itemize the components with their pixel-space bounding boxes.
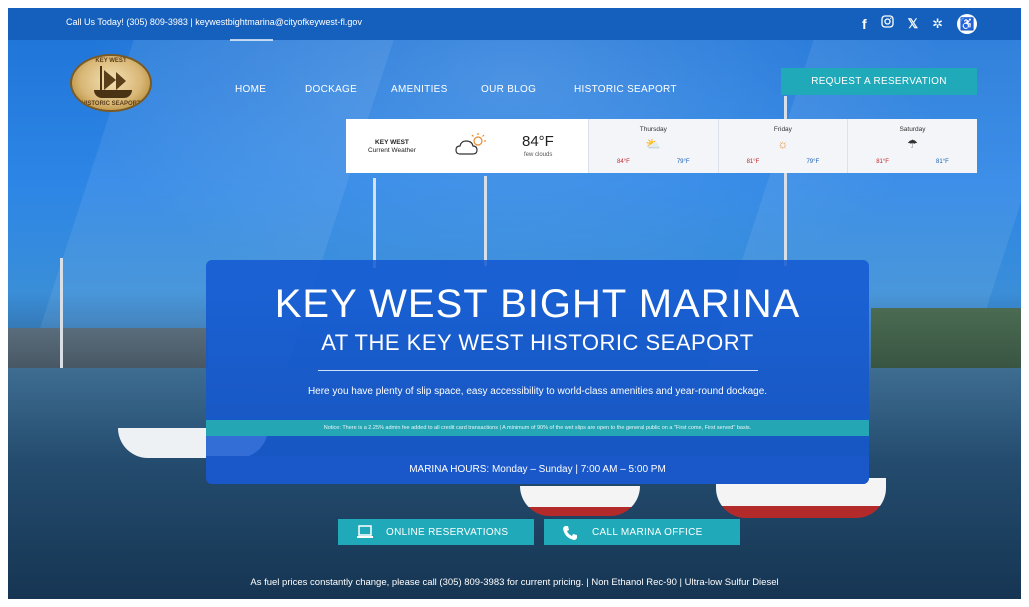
mast [484,176,487,266]
partly-cloudy-icon: ⛅ [645,137,661,151]
current-weather: KEY WEST Current Weather 84°F few clouds [346,119,588,173]
weather-location: KEY WEST Current Weather [368,139,416,155]
top-bar: Call Us Today! (305) 809-3983 | keywestb… [8,8,1021,41]
notice-bar: Notice: There is a 2.25% admin fee added… [206,420,869,436]
page-frame: Call Us Today! (305) 809-3983 | keywestb… [8,8,1021,599]
weather-label: Current Weather [368,147,416,154]
current-temp: 84°F [522,133,554,150]
fuel-pricing-notice: As fuel prices constantly change, please… [250,577,779,588]
forecast-high: 84°F [617,159,630,165]
forecast-day-name: Saturday [899,126,926,133]
weather-description: few clouds [524,152,553,158]
site-logo[interactable]: KEY WEST HISTORIC SEAPORT [70,54,152,112]
hero-subtitle: AT THE KEY WEST HISTORIC SEAPORT [321,330,754,355]
request-reservation-button[interactable]: REQUEST A RESERVATION [781,68,977,95]
hero-banner: KEY WEST BIGHT MARINA AT THE KEY WEST HI… [206,260,869,484]
facebook-icon[interactable]: f [862,14,867,34]
home-indicator [230,39,273,41]
hero-title: KEY WEST BIGHT MARINA [274,282,801,326]
mast [373,178,376,268]
divider [318,370,758,371]
forecast-day: Saturday ☂ 81°F 81°F [847,119,977,173]
social-links: f 𝕏 ✲ ♿ [862,14,977,34]
nav-home[interactable]: HOME [235,84,266,95]
ship-icon [94,66,132,100]
marina-hours: MARINA HOURS: Monday – Sunday | 7:00 AM … [206,456,869,484]
nav-dockage[interactable]: DOCKAGE [305,84,357,95]
forecast-low: 81°F [936,159,949,165]
boat [520,486,640,516]
contact-info[interactable]: Call Us Today! (305) 809-3983 | keywestb… [66,17,362,27]
online-reservations-label: ONLINE RESERVATIONS [386,526,509,538]
hero-description: Here you have plenty of slip space, easy… [307,386,768,397]
laptop-icon [356,525,374,539]
nav-historic-seaport[interactable]: HISTORIC SEAPORT [574,84,677,95]
forecast-low: 79°F [676,159,690,165]
online-reservations-button[interactable]: ONLINE RESERVATIONS [338,519,534,545]
call-marina-office-button[interactable]: CALL MARINA OFFICE [544,519,740,545]
mast [60,258,63,368]
yelp-icon[interactable]: ✲ [932,14,943,34]
logo-text-bottom: HISTORIC SEAPORT [81,101,141,107]
weather-widget: KEY WEST Current Weather 84°F few clouds… [346,119,977,173]
boat [716,478,886,518]
nav-our-blog[interactable]: OUR BLOG [481,84,536,95]
partly-cloudy-icon [454,132,488,158]
forecast-day-name: Thursday [639,126,667,133]
forecast-high: 81°F [746,159,760,165]
logo-text-top: KEY WEST [95,58,127,64]
weather-city: KEY WEST [375,139,409,146]
rain-cloud-icon: ☂ [907,137,918,151]
forecast-day: Thursday ⛅ 84°F 79°F [588,119,718,173]
x-icon[interactable]: 𝕏 [908,14,918,34]
forecast-high: 81°F [876,159,889,165]
accessibility-icon[interactable]: ♿ [957,14,977,34]
instagram-icon[interactable] [880,14,894,34]
forecast-low: 79°F [806,159,820,165]
phone-icon [562,525,580,540]
forecast-day: Friday ☼ 81°F 79°F [717,119,848,173]
forecast-day-name: Friday [773,126,792,133]
sun-icon: ☼ [777,137,789,151]
call-marina-office-label: CALL MARINA OFFICE [592,526,703,538]
nav-amenities[interactable]: AMENITIES [391,84,448,95]
